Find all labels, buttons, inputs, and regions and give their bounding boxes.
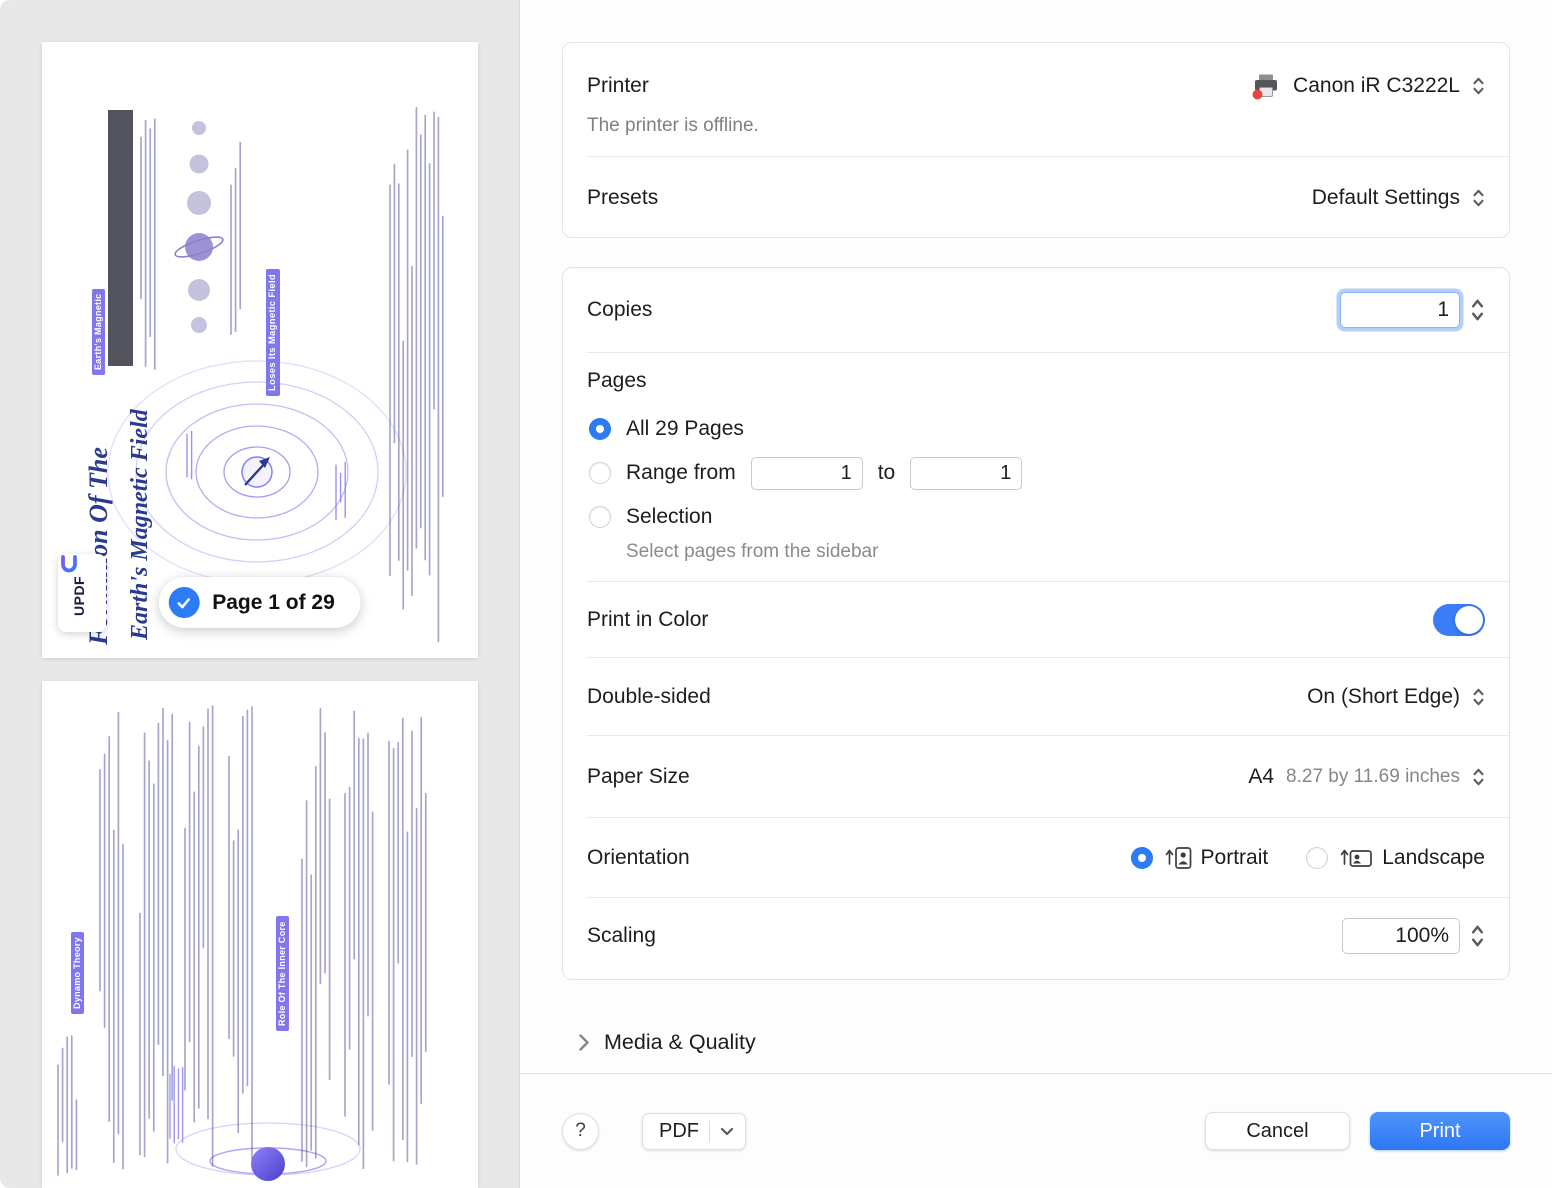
paper-size-value: A4	[1248, 765, 1274, 789]
print-in-color-label: Print in Color	[587, 608, 708, 632]
updf-watermark: UPDF	[58, 554, 106, 632]
selected-text-block	[108, 110, 133, 366]
cancel-button[interactable]: Cancel	[1205, 1112, 1350, 1150]
scaling-stepper[interactable]	[1470, 922, 1485, 950]
check-icon	[168, 587, 199, 618]
updf-label: UPDF	[72, 576, 86, 616]
chevron-up-down-icon	[1472, 686, 1485, 708]
help-button[interactable]: ?	[562, 1113, 599, 1150]
print-settings-panel: Printer Canon iR C3222L The printer is o…	[520, 0, 1552, 1188]
copies-input[interactable]	[1340, 292, 1460, 328]
portrait-icon	[1162, 845, 1192, 871]
presets-label: Presets	[587, 186, 658, 210]
printer-status: The printer is offline.	[587, 115, 1485, 137]
pages-section: Pages All 29 Pages Range from to Selecti…	[563, 353, 1509, 581]
copies-label: Copies	[587, 298, 652, 322]
scaling-label: Scaling	[587, 924, 656, 948]
page2-highlight-label-2: Role Of The Inner Core	[276, 916, 289, 1031]
orientation-label: Orientation	[587, 846, 690, 870]
paper-size-detail: 8.27 by 11.69 inches	[1286, 766, 1460, 788]
media-quality-label: Media & Quality	[604, 1030, 756, 1055]
range-to-label: to	[878, 461, 896, 485]
chevron-right-icon	[578, 1033, 590, 1052]
page2-highlight-label-1: Dynamo Theory	[71, 932, 84, 1014]
printer-icon	[1251, 73, 1281, 100]
chevron-up-down-icon	[1472, 187, 1485, 209]
all-pages-option[interactable]: All 29 Pages	[587, 407, 1485, 451]
selection-option[interactable]: Selection	[587, 495, 1485, 539]
pages-label: Pages	[587, 369, 1485, 393]
all-pages-label: All 29 Pages	[626, 417, 744, 441]
core-sphere	[251, 1147, 285, 1181]
print-options-card: Copies Pages All 29 Pages Range from to	[562, 267, 1510, 980]
page-range-option[interactable]: Range from to	[587, 451, 1485, 495]
double-sided-value: On (Short Edge)	[1307, 685, 1460, 709]
printer-value: Canon iR C3222L	[1293, 74, 1460, 98]
presets-value: Default Settings	[1312, 186, 1460, 210]
presets-select[interactable]: Default Settings	[1312, 186, 1485, 210]
scaling-input[interactable]	[1342, 918, 1460, 954]
chevron-down-icon	[720, 1127, 734, 1136]
landscape-option[interactable]: Landscape	[1306, 845, 1485, 871]
range-from-label: Range from	[626, 461, 736, 485]
page-thumbnail-1[interactable]: Earth's Magnetic Loses Its Magnetic Fiel…	[42, 42, 478, 658]
paper-size-select[interactable]: A4 8.27 by 11.69 inches	[1248, 765, 1485, 789]
print-button[interactable]: Print	[1370, 1112, 1510, 1150]
radio-icon	[589, 506, 611, 528]
print-dialog-window: Earth's Magnetic Loses Its Magnetic Fiel…	[0, 0, 1552, 1188]
radio-icon	[1306, 847, 1328, 869]
radio-selected-icon	[589, 418, 611, 440]
range-to-input[interactable]	[910, 457, 1022, 490]
paper-size-label: Paper Size	[587, 765, 690, 789]
planet-icons	[185, 121, 213, 333]
radio-selected-icon	[1131, 847, 1153, 869]
page-indicator-label: Page 1 of 29	[212, 591, 335, 615]
radio-icon	[589, 462, 611, 484]
double-sided-label: Double-sided	[587, 685, 711, 709]
chevron-up-down-icon	[1472, 75, 1485, 97]
portrait-label: Portrait	[1201, 846, 1269, 870]
page2-artwork	[42, 681, 478, 1188]
page-indicator: Page 1 of 29	[158, 577, 361, 628]
page-thumbnail-2[interactable]: Dynamo Theory Role Of The Inner Core	[42, 681, 478, 1188]
media-quality-disclosure[interactable]: Media & Quality	[578, 1022, 756, 1062]
printer-select[interactable]: Canon iR C3222L	[1251, 73, 1485, 100]
footer: ? PDF Cancel Print	[520, 1074, 1552, 1188]
range-from-input[interactable]	[751, 457, 863, 490]
printer-presets-card: Printer Canon iR C3222L The printer is o…	[562, 42, 1510, 238]
chevron-up-down-icon	[1472, 766, 1485, 788]
landscape-icon	[1337, 845, 1373, 871]
selection-hint: Select pages from the sidebar	[626, 541, 1485, 563]
pdf-label: PDF	[659, 1120, 699, 1143]
doc-title-line2: Earth's Magnetic Field	[128, 409, 152, 640]
print-in-color-toggle[interactable]	[1433, 604, 1485, 636]
printer-label: Printer	[587, 74, 649, 98]
page1-highlight-label-1: Earth's Magnetic	[92, 289, 105, 375]
portrait-option[interactable]: Portrait	[1131, 845, 1269, 871]
landscape-label: Landscape	[1382, 846, 1485, 870]
divider	[709, 1121, 710, 1142]
pdf-menu-button[interactable]: PDF	[642, 1113, 746, 1150]
selection-label: Selection	[626, 505, 712, 529]
double-sided-select[interactable]: On (Short Edge)	[1307, 685, 1485, 709]
updf-logo-icon	[58, 554, 80, 576]
page1-highlight-label-2: Loses Its Magnetic Field	[266, 269, 280, 396]
copies-stepper[interactable]	[1470, 296, 1485, 324]
preview-sidebar: Earth's Magnetic Loses Its Magnetic Fiel…	[0, 0, 520, 1188]
